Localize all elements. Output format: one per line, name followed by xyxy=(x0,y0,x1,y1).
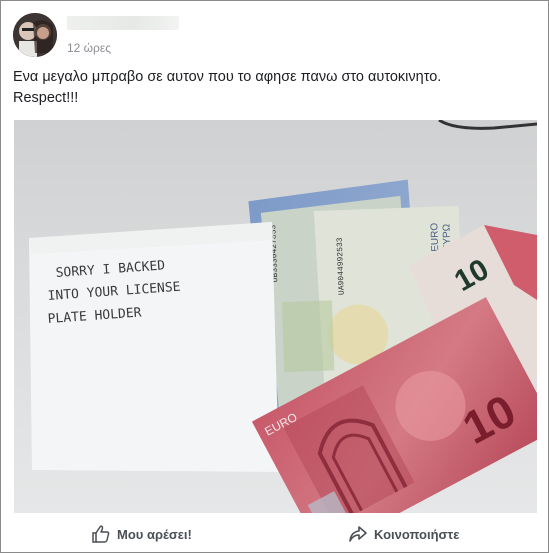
post-header: 12 ώρες xyxy=(13,13,533,59)
avatar[interactable] xyxy=(13,13,57,57)
author-name-blurred[interactable] xyxy=(67,16,179,30)
bill-brand-text: EURO xyxy=(429,222,441,251)
avatar-image xyxy=(13,13,57,57)
like-label: Μου αρέσει! xyxy=(117,526,192,542)
post-text-line: Ενα μεγαλο μπραβο σε αυτον που το αφησε … xyxy=(13,69,442,85)
photo-image: UB3330427853 UA9044992533 EURO EYPΩ SORR… xyxy=(14,120,537,513)
post-text: Ενα μεγαλο μπραβο σε αυτον που το αφησε … xyxy=(13,67,533,109)
like-button[interactable]: Μου αρέσει! xyxy=(91,522,192,546)
share-button[interactable]: Κοινοποιήστε xyxy=(348,522,459,546)
share-label: Κοινοποιήστε xyxy=(374,526,460,542)
post-text-line: Respect!!! xyxy=(13,90,79,106)
post-actions-bar: Μου αρέσει! Κοινοποιήστε xyxy=(1,515,548,552)
post-timestamp[interactable]: 12 ώρες xyxy=(67,41,111,55)
post-photo[interactable]: UB3330427853 UA9044992533 EURO EYPΩ SORR… xyxy=(14,120,537,513)
thumbs-up-icon xyxy=(92,525,110,543)
share-arrow-icon xyxy=(349,526,367,542)
post-card: 12 ώρες Ενα μεγαλο μπραβο σε αυτον που τ… xyxy=(0,0,549,553)
